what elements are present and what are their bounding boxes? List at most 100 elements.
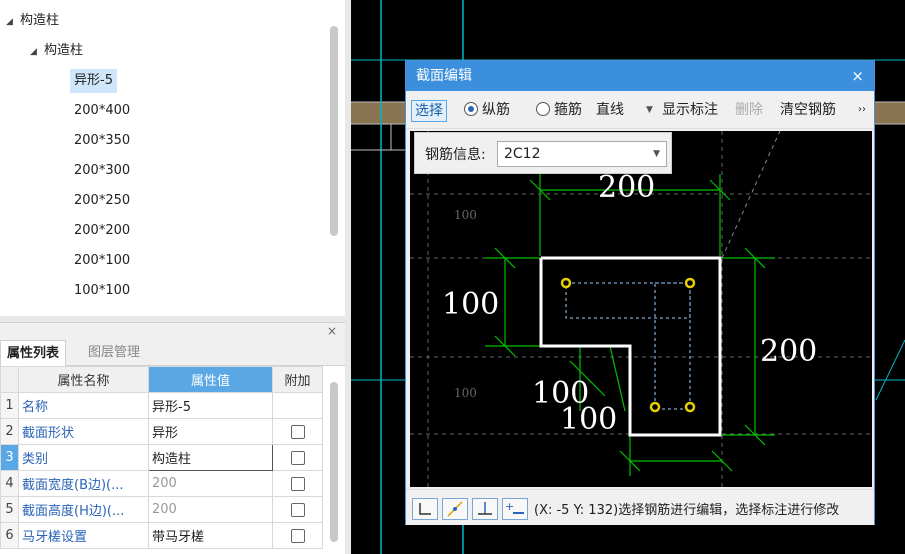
select-button[interactable]: 选择 [411,100,447,122]
row-index: 3 [0,444,19,471]
property-value[interactable]: 异形 [148,418,273,445]
add-dimension-glyph: + [505,500,524,514]
extra-cell [272,418,323,445]
expand-triangle-icon[interactable]: ◢ [30,40,44,64]
dimension-label-top[interactable]: 200 [598,170,655,205]
property-value[interactable]: 200 [148,496,273,523]
rebar-point[interactable] [684,277,696,289]
tree-item[interactable]: 200*400 [70,99,134,123]
table-row[interactable]: 3 类别 构造柱 [0,444,323,471]
properties-table: 属性名称 属性值 附加 1 名称 异形-5 2 截面形状 异形 3 类别 构造柱… [0,366,323,549]
dimension-label-left[interactable]: 100 [442,287,499,322]
property-value[interactable]: 异形-5 [148,392,273,419]
tree-item[interactable]: 异形-5 [70,69,117,93]
expand-triangle-icon[interactable]: ◢ [6,10,20,34]
line-mode-select[interactable]: 直线 [596,100,624,122]
property-value[interactable]: 200 [148,470,273,497]
tree-child[interactable]: ◢ 构造柱 [30,39,83,63]
dimension-label-inner[interactable]: 100 [560,402,617,437]
property-name: 截面高度(H边)(... [18,496,149,523]
tree-root-label: 构造柱 [20,13,60,28]
tab-property-list[interactable]: 属性列表 [0,340,67,366]
stirrup [565,282,691,319]
rebar-info-panel: 钢筋信息: 2C12 ▼ [414,132,672,174]
property-name: 马牙槎设置 [18,522,149,549]
tree-item[interactable]: 200*350 [70,129,134,153]
section-canvas[interactable]: 100 100 200 100 200 100 100 钢筋信息: 2C12 ▼ [410,131,872,487]
checkbox[interactable] [290,528,305,543]
table-row[interactable]: 1 名称 异形-5 [0,392,323,419]
dialog-toolbar: 选择 纵筋 箍筋 直线 ▼ 显示标注 删除 清空钢筋 ›› [406,91,874,129]
table-row[interactable]: 4 截面宽度(B边)(... 200 [0,470,323,497]
properties-scrollbar[interactable] [330,382,338,542]
close-icon[interactable]: × [327,324,337,338]
chevron-down-icon[interactable]: ▼ [646,100,653,122]
stirrup-radio[interactable]: 箍筋 [536,100,582,122]
show-dimension-button[interactable]: 显示标注 [662,100,718,122]
rebar-info-label: 钢筋信息: [425,147,486,163]
snap-line-icon[interactable] [442,498,468,520]
tree-child-label: 构造柱 [44,43,84,58]
stirrup-label: 箍筋 [554,102,582,118]
extra-cell [272,522,323,549]
row-index: 5 [0,496,19,523]
orthogonal-glyph [419,503,431,515]
svg-text:+: + [505,500,514,513]
delete-button[interactable]: 删除 [735,100,763,122]
property-name: 名称 [18,392,149,419]
rebar-info-select[interactable]: 2C12 ▼ [497,141,667,167]
extra-cell [272,470,323,497]
tab-layer-management[interactable]: 图层管理 [82,340,146,366]
clear-rebar-button[interactable]: 清空钢筋 [780,100,836,122]
longitudinal-radio[interactable]: 纵筋 [464,100,510,122]
dimension-label-right[interactable]: 200 [760,334,817,369]
rebar-point[interactable] [649,401,661,413]
perpendicular-icon[interactable] [472,498,498,520]
property-value[interactable]: 带马牙槎 [148,522,273,549]
rebar-point[interactable] [560,277,572,289]
section-edit-dialog: 截面编辑 × 选择 纵筋 箍筋 直线 ▼ 显示标注 删除 清空钢筋 ›› 100… [405,60,875,525]
tree-item[interactable]: 200*200 [70,219,134,243]
checkbox[interactable] [290,502,305,517]
property-name: 类别 [18,444,149,471]
property-value-editor[interactable]: 构造柱 [148,444,273,471]
extra-cell [272,496,323,523]
tree-item[interactable]: 100*100 [70,279,134,303]
chevron-down-icon[interactable]: ▼ [653,142,660,166]
radio-icon [536,102,550,116]
checkbox[interactable] [290,424,305,439]
column-header-value: 属性值 [148,366,273,393]
property-name: 截面形状 [18,418,149,445]
tree-item[interactable]: 200*100 [70,249,134,273]
grid-line [875,339,905,401]
table-row[interactable]: 2 截面形状 异形 [0,418,323,445]
tree-scrollbar[interactable] [330,26,338,236]
more-icon[interactable]: ›› [858,100,866,122]
tree-item[interactable]: 200*250 [70,189,134,213]
section-drawing: 100 100 200 100 200 100 100 [410,131,872,487]
properties-tabs: 属性列表 图层管理 [0,340,345,366]
tree-item[interactable]: 200*300 [70,159,134,183]
column-header-extra: 附加 [272,366,323,393]
dialog-status-bar: + (X: -5 Y: 132)选择钢筋进行编辑，选择标注进行修改 [406,489,874,525]
checkbox[interactable] [290,450,305,465]
rebar-point[interactable] [684,401,696,413]
column-header-name: 属性名称 [18,366,149,393]
radio-icon [464,102,478,116]
orthogonal-icon[interactable] [412,498,438,520]
checkbox[interactable] [290,476,305,491]
grid-label: 100 [454,208,477,222]
add-dimension-icon[interactable]: + [502,498,528,520]
snap-line-glyph [447,501,463,517]
extra-cell [272,444,323,471]
tree-root[interactable]: ◢ 构造柱 [6,9,59,33]
table-row[interactable]: 5 截面高度(H边)(... 200 [0,496,323,523]
dialog-title-text: 截面编辑 [416,68,472,84]
row-index: 2 [0,418,19,445]
close-icon[interactable]: × [851,61,864,91]
dialog-title[interactable]: 截面编辑 × [406,61,874,91]
table-row[interactable]: 6 马牙槎设置 带马牙槎 [0,522,323,549]
row-index: 6 [0,522,19,549]
component-tree: ◢ 构造柱 ◢ 构造柱 异形-5 200*400 200*350 200*300 2… [0,0,345,322]
left-panel: ◢ 构造柱 ◢ 构造柱 异形-5 200*400 200*350 200*300 2… [0,0,345,554]
